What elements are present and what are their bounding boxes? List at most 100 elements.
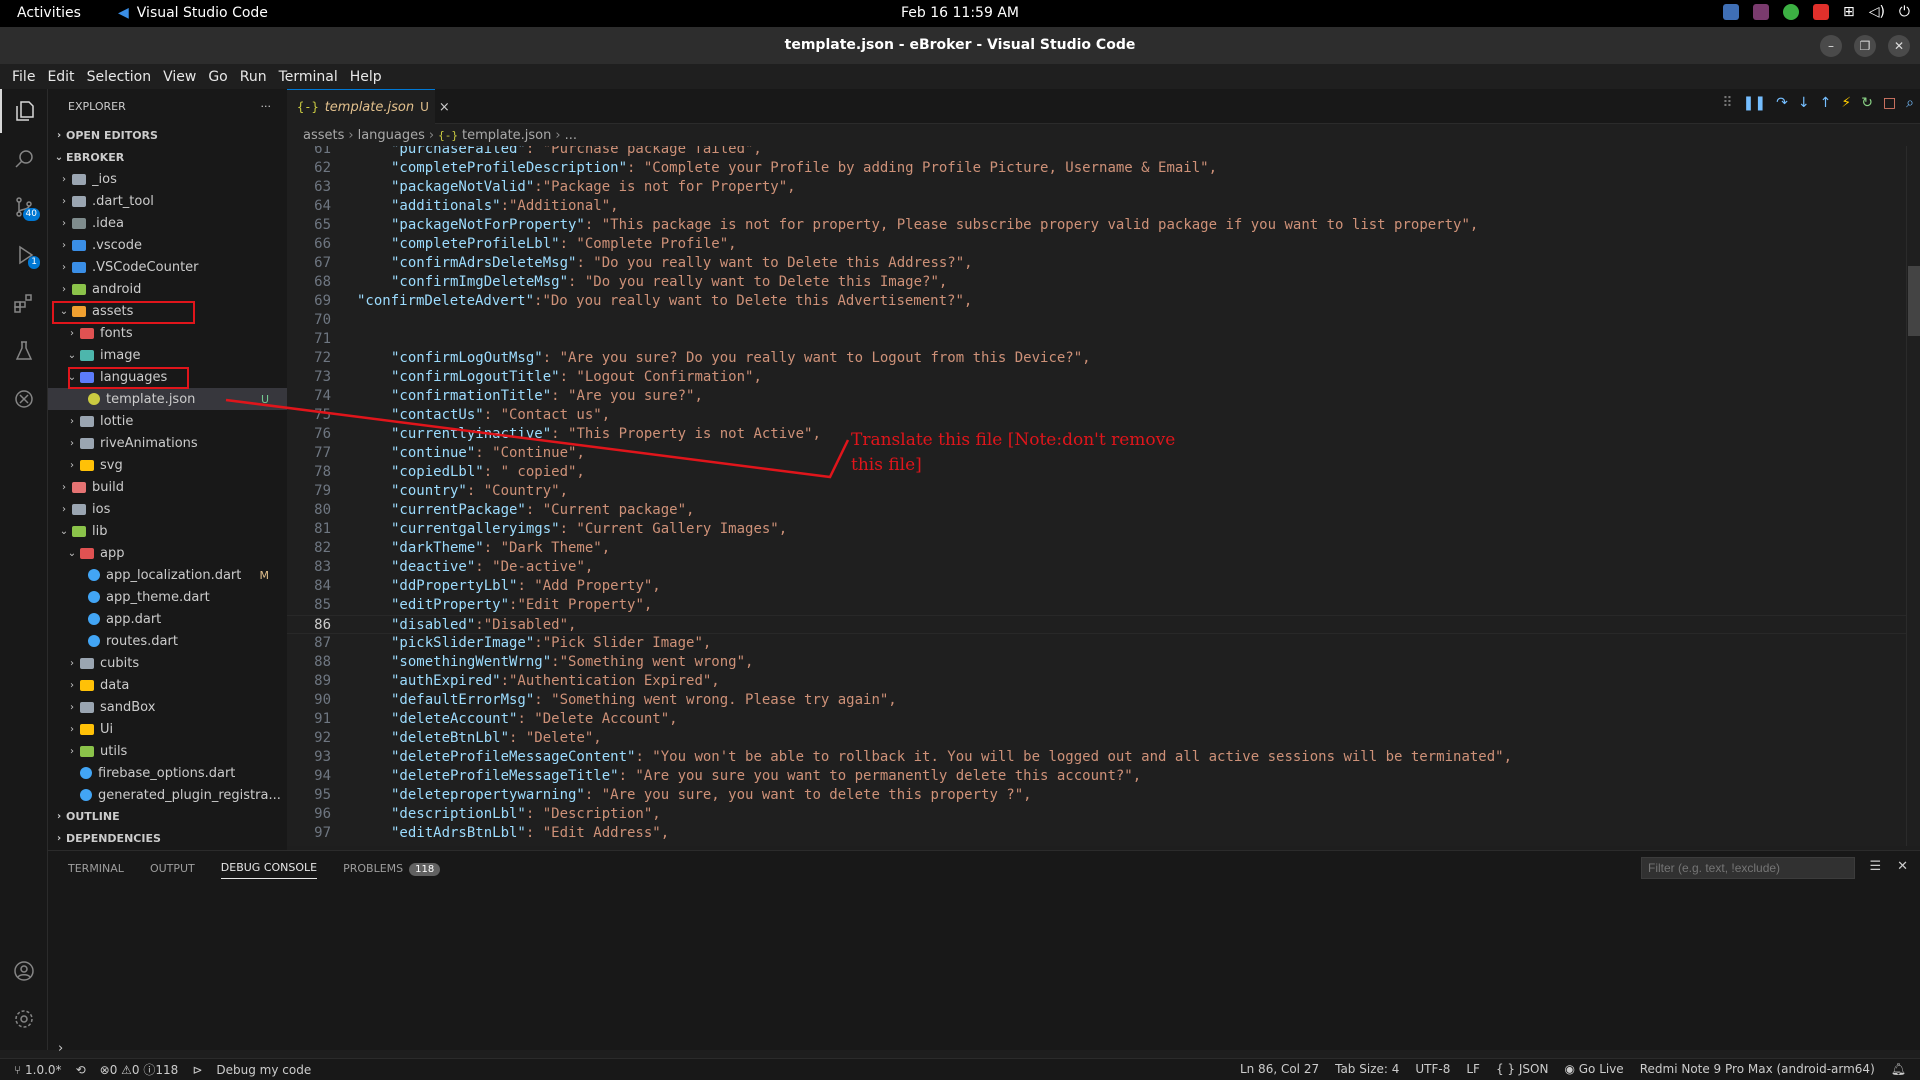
- code-line[interactable]: 82 "darkTheme": "Dark Theme",: [287, 539, 1907, 558]
- code-line[interactable]: 81 "currentgalleryimgs": "Current Gallery…: [287, 520, 1907, 539]
- language-mode[interactable]: { } JSON: [1496, 1062, 1548, 1076]
- code-line[interactable]: 73 "confirmLogoutTitle": "Logout Confirma…: [287, 368, 1907, 387]
- chatgpt-icon[interactable]: [0, 377, 48, 421]
- notifications-icon[interactable]: 🔔︎: [1891, 1062, 1906, 1076]
- tree-item[interactable]: ⌄ assets: [48, 300, 287, 322]
- code-line[interactable]: 72 "confirmLogOutMsg": "Are you sure? Do …: [287, 349, 1907, 368]
- code-line[interactable]: 88 "somethingWentWrng":"Something went wr…: [287, 653, 1907, 672]
- line-number[interactable]: 69: [287, 292, 331, 311]
- code-line[interactable]: 84 "ddPropertyLbl": "Add Property",: [287, 577, 1907, 596]
- tree-item[interactable]: app.dart: [48, 608, 287, 630]
- code-line[interactable]: 96 "descriptionLbl": "Description",: [287, 805, 1907, 824]
- extensions-icon[interactable]: [0, 281, 48, 325]
- line-number[interactable]: 90: [287, 691, 331, 710]
- menu-view[interactable]: View: [157, 69, 202, 85]
- sync-icon[interactable]: ⟲: [76, 1063, 86, 1077]
- anydesk-icon[interactable]: [1812, 4, 1829, 20]
- line-number[interactable]: 83: [287, 558, 331, 577]
- line-number[interactable]: 61: [287, 146, 331, 159]
- app-menu[interactable]: ◀ Visual Studio Code: [118, 5, 268, 21]
- tree-item[interactable]: › ios: [48, 498, 287, 520]
- code-line[interactable]: 92 "deleteBtnLbl": "Delete",: [287, 729, 1907, 748]
- line-number[interactable]: 89: [287, 672, 331, 691]
- clock[interactable]: Feb 16 11:59 AM: [0, 5, 1920, 21]
- tree-item[interactable]: › svg: [48, 454, 287, 476]
- code-line[interactable]: 61 "purchaseFailed": "Purchase package fa…: [287, 146, 1907, 159]
- outline-section[interactable]: › OUTLINE: [48, 805, 287, 827]
- line-number[interactable]: 95: [287, 786, 331, 805]
- tree-item[interactable]: › Ui: [48, 718, 287, 740]
- code-line[interactable]: 87 "pickSliderImage":"Pick Slider Image",: [287, 634, 1907, 653]
- line-number[interactable]: 79: [287, 482, 331, 501]
- panel-tab-problems[interactable]: PROBLEMS 118: [343, 862, 441, 876]
- close-window-button[interactable]: ✕: [1888, 35, 1910, 57]
- hot-reload-icon[interactable]: ⚡: [1841, 95, 1851, 111]
- line-number[interactable]: 72: [287, 349, 331, 368]
- code-line[interactable]: 63 "packageNotValid":"Package is not for …: [287, 178, 1907, 197]
- code-line[interactable]: 62 "completeProfileDescription": "Complet…: [287, 159, 1907, 178]
- restart-icon[interactable]: ↻: [1861, 95, 1873, 111]
- menu-terminal[interactable]: Terminal: [273, 69, 344, 85]
- line-number[interactable]: 71: [287, 330, 331, 349]
- tree-item[interactable]: ⌄ lib: [48, 520, 287, 542]
- debug-console-prompt[interactable]: ›: [58, 1041, 63, 1056]
- line-number[interactable]: 91: [287, 710, 331, 729]
- volume-icon[interactable]: ◁): [1869, 4, 1885, 20]
- line-number[interactable]: 96: [287, 805, 331, 824]
- account-icon[interactable]: [0, 949, 48, 993]
- panel-tab-terminal[interactable]: TERMINAL: [68, 862, 124, 875]
- device-selector[interactable]: Redmi Note 9 Pro Max (android-arm64): [1640, 1062, 1875, 1076]
- line-number[interactable]: 93: [287, 748, 331, 767]
- tree-item[interactable]: › .vscode: [48, 234, 287, 256]
- cursor-position[interactable]: Ln 86, Col 27: [1240, 1062, 1319, 1076]
- tree-item[interactable]: › .idea: [48, 212, 287, 234]
- slack-icon[interactable]: [1752, 4, 1769, 20]
- menu-file[interactable]: File: [6, 69, 41, 85]
- code-line[interactable]: 86 "disabled":"Disabled",: [287, 615, 1907, 634]
- source-control-icon[interactable]: 40: [0, 185, 48, 229]
- open-editors-section[interactable]: › OPEN EDITORS: [48, 124, 287, 146]
- project-section[interactable]: ⌄ EBROKER: [48, 146, 287, 168]
- debug-filter-input[interactable]: [1641, 857, 1855, 879]
- drag-handle-icon[interactable]: ⠿: [1722, 95, 1732, 111]
- maximize-button[interactable]: ❐: [1854, 35, 1876, 57]
- encoding[interactable]: UTF-8: [1415, 1062, 1450, 1076]
- tree-item[interactable]: › android: [48, 278, 287, 300]
- tree-item[interactable]: › cubits: [48, 652, 287, 674]
- step-over-icon[interactable]: ↷: [1776, 95, 1788, 111]
- code-line[interactable]: 74 "confirmationTitle": "Are you sure?",: [287, 387, 1907, 406]
- line-number[interactable]: 97: [287, 824, 331, 843]
- step-into-icon[interactable]: ↓: [1798, 95, 1810, 111]
- panel-tab-debug-console[interactable]: DEBUG CONSOLE: [220, 861, 318, 879]
- problems-status[interactable]: ⊗0 ⚠0 ⓘ118: [100, 1061, 179, 1078]
- close-tab-button[interactable]: ×: [439, 100, 450, 115]
- tab-template-json[interactable]: {-} template.json U ×: [287, 89, 450, 124]
- debug-launch-icon[interactable]: ⊳: [192, 1063, 202, 1077]
- tree-item[interactable]: › .VSCodeCounter: [48, 256, 287, 278]
- run-debug-icon[interactable]: 1: [0, 233, 48, 277]
- breadcrumb-file[interactable]: template.json: [462, 128, 551, 143]
- power-icon[interactable]: ⏻: [1899, 4, 1910, 20]
- line-number[interactable]: 80: [287, 501, 331, 520]
- line-number[interactable]: 67: [287, 254, 331, 273]
- code-line[interactable]: 93 "deleteProfileMessageContent": "You wo…: [287, 748, 1907, 767]
- testing-icon[interactable]: [0, 329, 48, 373]
- line-number[interactable]: 65: [287, 216, 331, 235]
- tree-item[interactable]: routes.dart: [48, 630, 287, 652]
- menu-run[interactable]: Run: [234, 69, 273, 85]
- breadcrumb-more[interactable]: ...: [565, 128, 577, 143]
- breadcrumb-languages[interactable]: languages: [358, 128, 425, 143]
- explorer-icon[interactable]: [0, 89, 48, 133]
- tree-item[interactable]: ⌄ image: [48, 344, 287, 366]
- tree-item[interactable]: › fonts: [48, 322, 287, 344]
- indentation[interactable]: Tab Size: 4: [1335, 1062, 1399, 1076]
- inspect-widget-icon[interactable]: ⌕: [1906, 95, 1914, 111]
- minimize-button[interactable]: –: [1820, 35, 1842, 57]
- stop-icon[interactable]: □: [1883, 95, 1896, 111]
- code-line[interactable]: 64 "additionals":"Additional",: [287, 197, 1907, 216]
- tree-item[interactable]: › lottie: [48, 410, 287, 432]
- code-line[interactable]: 70: [287, 311, 1907, 330]
- shield-check-icon[interactable]: [1782, 4, 1799, 20]
- tree-item[interactable]: › utils: [48, 740, 287, 762]
- tree-item[interactable]: › build: [48, 476, 287, 498]
